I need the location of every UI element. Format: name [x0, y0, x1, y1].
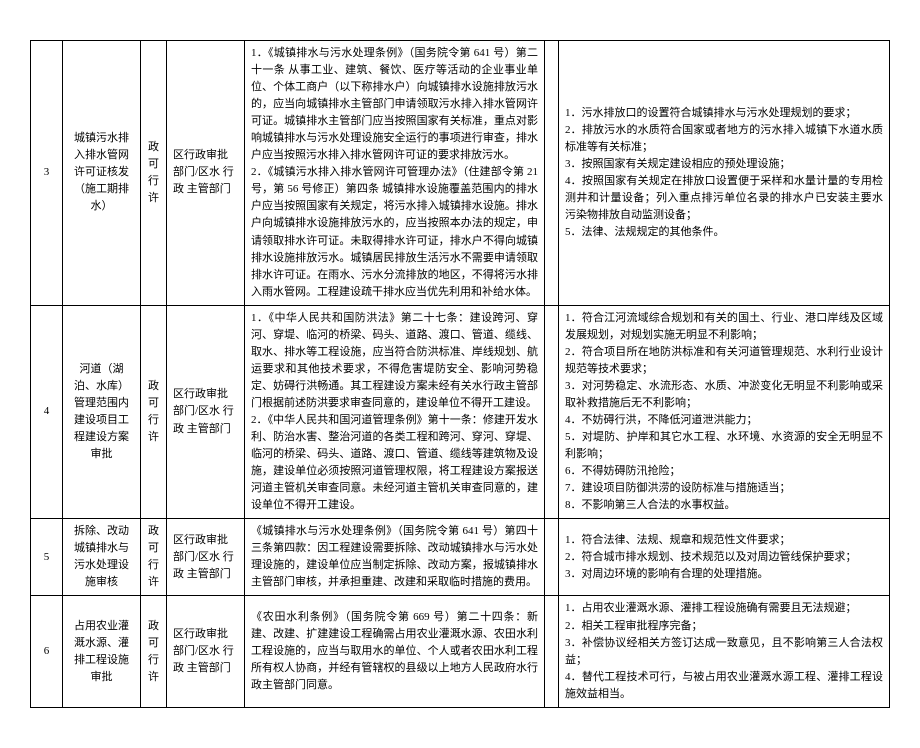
item-name: 占用农业灌溉水源、灌排工程设施审批 [63, 596, 141, 707]
table-row: 5拆除、改动城镇排水与污水处理设施审核政可行许区行政审批部门/区水 行 政 主管… [31, 519, 890, 596]
department: 区行政审批部门/区水 行 政 主管部门 [167, 41, 245, 306]
spacer-cell [545, 41, 559, 306]
conditions: 1．符合法律、法规、规章和规范性文件要求；2．符合城市排水规划、技术规范以及对周… [559, 519, 890, 596]
permit-type: 政可行许 [141, 305, 167, 519]
department: 区行政审批部门/区水 行 政 主管部门 [167, 305, 245, 519]
table-row: 3城镇污水排入排水管网许可证核发（施工期排水）政可行许区行政审批部门/区水 行 … [31, 41, 890, 306]
permit-type: 政可行许 [141, 596, 167, 707]
spacer-cell [545, 596, 559, 707]
table-row: 6占用农业灌溉水源、灌排工程设施审批政可行许区行政审批部门/区水 行 政 主管部… [31, 596, 890, 707]
department: 区行政审批部门/区水 行 政 主管部门 [167, 596, 245, 707]
row-number: 4 [31, 305, 63, 519]
table-row: 4河道（湖泊、水库）管理范围内建设项目工程建设方案审批政可行许区行政审批部门/区… [31, 305, 890, 519]
spacer-cell [545, 519, 559, 596]
permit-type: 政可行许 [141, 41, 167, 306]
legal-basis: 《农田水利条例》（国务院令第 669 号）第二十四条：新建、改建、扩建建设工程确… [245, 596, 545, 707]
spacer-cell [545, 305, 559, 519]
legal-basis: 1．《城镇排水与污水处理条例》（国务院令第 641 号）第二十一条 从事工业、建… [245, 41, 545, 306]
legal-basis: 《城镇排水与污水处理条例》（国务院令第 641 号）第四十三条第四款：因工程建设… [245, 519, 545, 596]
conditions: 1．污水排放口的设置符合城镇排水与污水处理规划的要求；2．排放污水的水质符合国家… [559, 41, 890, 306]
department: 区行政审批部门/区水 行 政 主管部门 [167, 519, 245, 596]
permit-type: 政可行许 [141, 519, 167, 596]
legal-basis: 1．《中华人民共和国防洪法》第二十七条：建设跨河、穿河、穿堤、临河的桥梁、码头、… [245, 305, 545, 519]
row-number: 5 [31, 519, 63, 596]
conditions: 1．占用农业灌溉水源、灌排工程设施确有需要且无法规避；2．相关工程审批程序完备；… [559, 596, 890, 707]
item-name: 河道（湖泊、水库）管理范围内建设项目工程建设方案审批 [63, 305, 141, 519]
conditions: 1．符合江河流域综合规划和有关的国土、行业、港口岸线及区域发展规划，对规划实施无… [559, 305, 890, 519]
item-name: 城镇污水排入排水管网许可证核发（施工期排水） [63, 41, 141, 306]
row-number: 3 [31, 41, 63, 306]
item-name: 拆除、改动城镇排水与污水处理设施审核 [63, 519, 141, 596]
permit-table: 3城镇污水排入排水管网许可证核发（施工期排水）政可行许区行政审批部门/区水 行 … [30, 40, 890, 708]
row-number: 6 [31, 596, 63, 707]
